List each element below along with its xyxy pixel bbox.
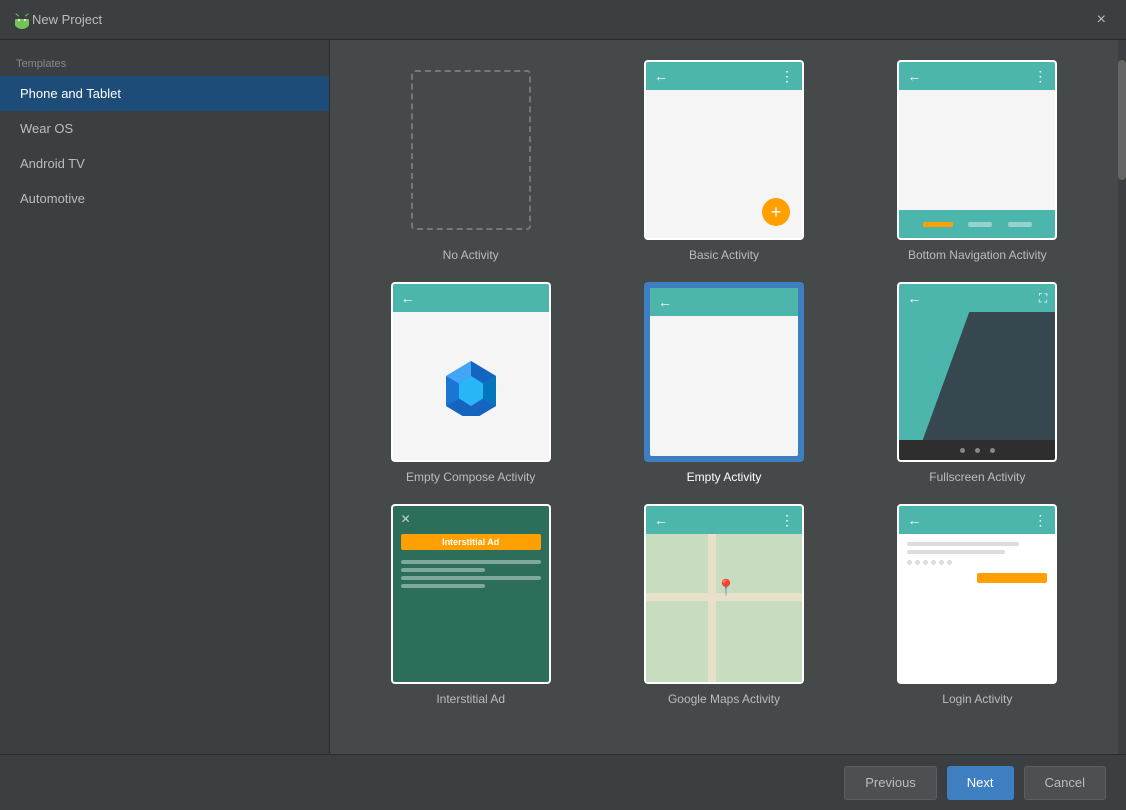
topbar-arrow-icon3: ← [401,290,415,306]
topbar-dots-icon2: ⋮ [1033,68,1047,85]
scrollbar-track[interactable] [1118,40,1126,754]
template-fullscreen[interactable]: ← ⛶ Fullscreen Activity [861,282,1094,484]
login-preview: ← ⋮ [897,504,1057,684]
google-maps-label: Google Maps Activity [668,692,780,706]
template-empty-activity[interactable]: ← Empty Activity [607,282,840,484]
bottom-navigation-label: Bottom Navigation Activity [908,248,1047,262]
template-interstitial-ad[interactable]: ✕ Interstitial Ad Interstitial Ad [354,504,587,706]
sidebar-section-label: Templates [0,50,329,76]
topbar-dots-icon7: ⋮ [1033,512,1047,529]
basic-activity-preview: ← ⋮ + [644,60,804,240]
bottom-teal-bar [899,210,1055,238]
basic-activity-label: Basic Activity [689,248,759,262]
topbar-arrow-icon7: ← [907,512,921,528]
bottom-bar: Previous Next Cancel [0,754,1126,810]
login-action-btn [977,573,1047,583]
map-pin-icon: 📍 [716,578,736,598]
fullscreen-bottom-bar [899,440,1055,460]
sidebar-item-wear-os[interactable]: Wear OS [0,111,329,146]
empty-compose-label: Empty Compose Activity [406,470,535,484]
login-dots [907,560,1047,565]
map-road-vertical [708,534,716,682]
template-bottom-navigation[interactable]: ← ⋮ Bottom Navigation Activity [861,60,1094,262]
sidebar-item-automotive[interactable]: Automotive [0,181,329,216]
google-maps-preview: ← ⋮ 📍 [644,504,804,684]
template-login[interactable]: ← ⋮ [861,504,1094,706]
template-basic-activity[interactable]: ← ⋮ + Basic Activity [607,60,840,262]
empty-compose-preview: ← [391,282,551,462]
template-empty-compose[interactable]: ← [354,282,587,484]
topbar-arrow-icon6: ← [654,512,668,528]
login-line1 [907,542,1019,546]
fullscreen-preview: ← ⛶ [897,282,1057,462]
main-layout: Templates Phone and Tablet Wear OS Andro… [0,40,1126,754]
no-activity-dashed [411,70,531,230]
fab-button: + [762,198,790,226]
topbar-dots-icon: ⋮ [780,68,794,85]
next-button[interactable]: Next [947,766,1014,800]
android-icon [12,10,32,30]
interstitial-x-icon: ✕ [401,512,411,526]
empty-activity-label: Empty Activity [687,470,762,484]
previous-button[interactable]: Previous [844,766,937,800]
content-area: No Activity ← ⋮ + Basic Activity [330,40,1118,754]
interstitial-lines [401,560,541,588]
bottom-navigation-preview: ← ⋮ [897,60,1057,240]
sidebar: Templates Phone and Tablet Wear OS Andro… [0,40,330,754]
template-grid: No Activity ← ⋮ + Basic Activity [354,60,1094,706]
window-title: New Project [32,12,1089,27]
interstitial-label: Interstitial Ad [436,692,505,706]
compose-icon [441,356,501,416]
interstitial-ad-badge: Interstitial Ad [401,534,541,550]
topbar-dots-icon6: ⋮ [780,512,794,529]
topbar-arrow-icon: ← [654,68,668,84]
topbar-arrow-icon4: ← [658,294,672,310]
topbar-arrow-icon2: ← [907,68,921,84]
interstitial-preview: ✕ Interstitial Ad [391,504,551,684]
template-google-maps[interactable]: ← ⋮ 📍 Google Maps Activity [607,504,840,706]
close-button[interactable]: × [1089,7,1114,33]
sidebar-item-phone-tablet[interactable]: Phone and Tablet [0,76,329,111]
template-no-activity[interactable]: No Activity [354,60,587,262]
fullscreen-label: Fullscreen Activity [929,470,1025,484]
title-bar: New Project × [0,0,1126,40]
no-activity-preview [391,60,551,240]
cancel-button[interactable]: Cancel [1024,766,1106,800]
empty-activity-preview: ← [644,282,804,462]
login-label: Login Activity [942,692,1012,706]
fullscreen-diagonal [899,312,1055,440]
scrollbar-thumb[interactable] [1118,60,1126,180]
no-activity-label: No Activity [443,248,499,262]
fullscreen-expand-icon: ⛶ [1039,291,1047,306]
topbar-arrow-icon5: ← [907,290,921,306]
sidebar-item-android-tv[interactable]: Android TV [0,146,329,181]
login-line2 [907,550,1005,554]
